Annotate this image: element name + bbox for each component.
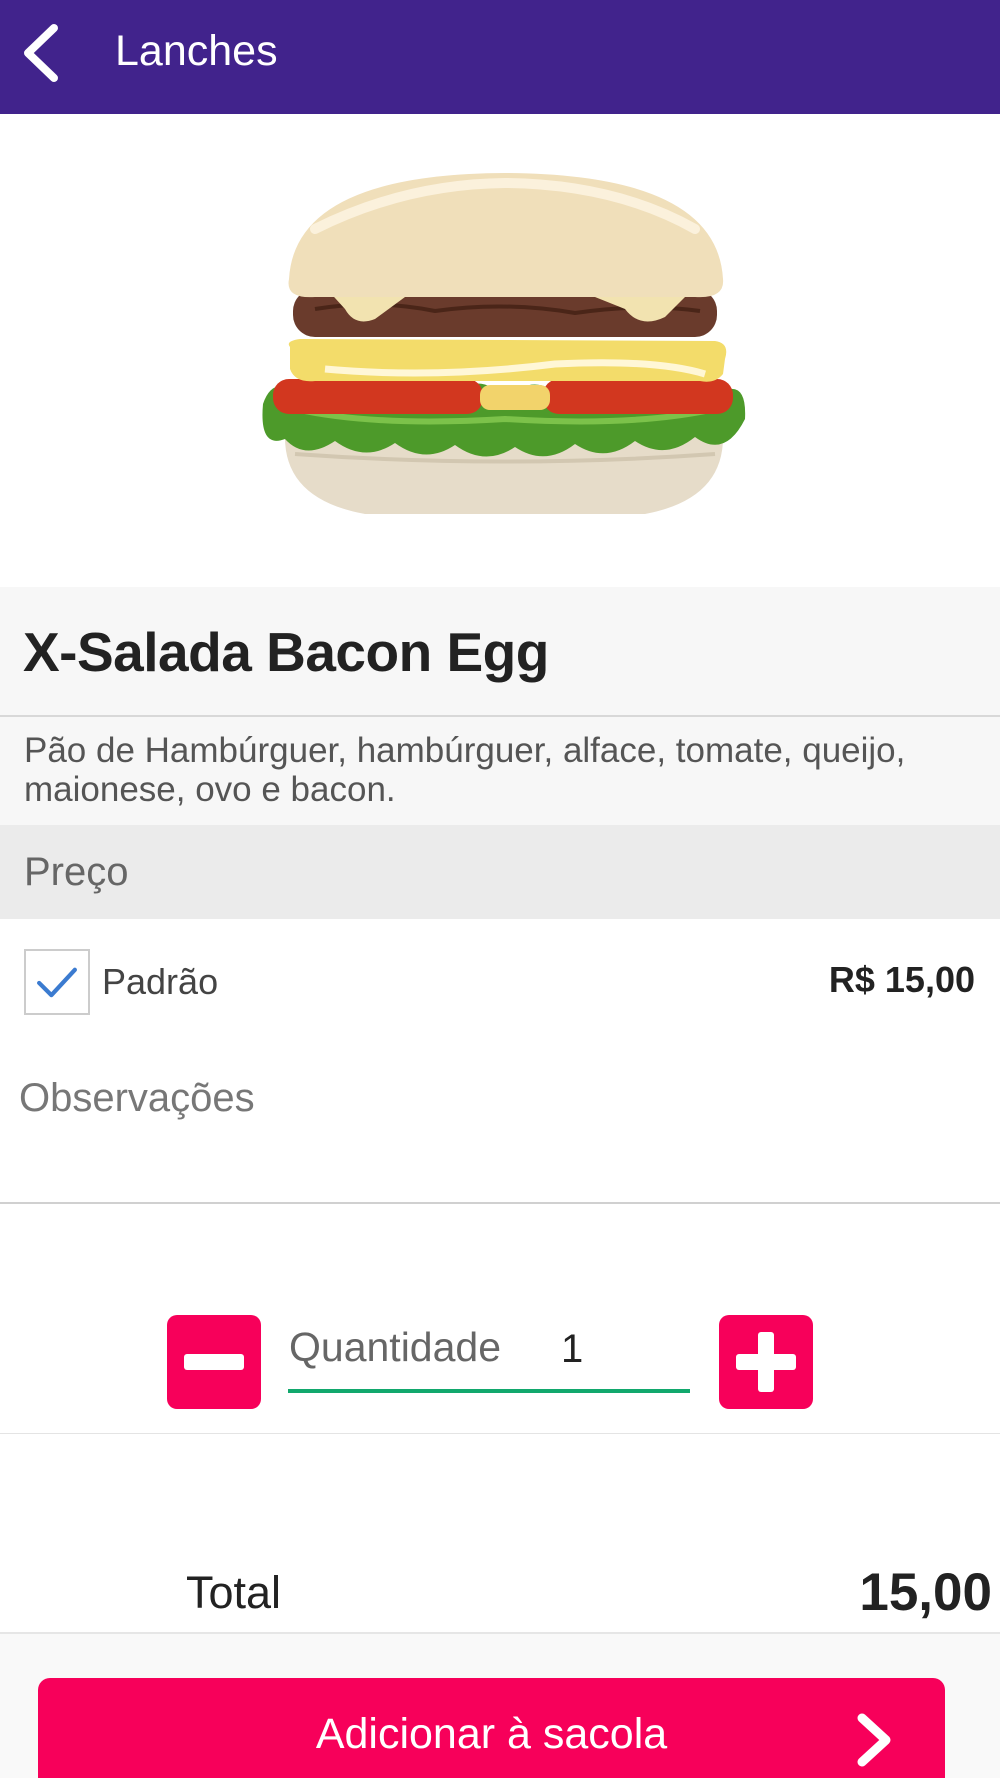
increase-quantity-button[interactable] <box>719 1315 813 1409</box>
option-checkbox[interactable] <box>24 949 90 1015</box>
checkmark-icon <box>37 967 77 998</box>
page-title: Lanches <box>115 27 278 75</box>
notes-placeholder: Observações <box>19 1076 255 1120</box>
minus-icon <box>184 1354 244 1370</box>
total-value: 15,00 <box>859 1563 992 1622</box>
chevron-right-icon <box>857 1713 891 1767</box>
product-title-section: X-Salada Bacon Egg <box>0 587 1000 717</box>
add-to-bag-button[interactable]: Adicionar à sacola <box>38 1678 945 1778</box>
bottom-action-bar: Adicionar à sacola <box>0 1634 1000 1778</box>
decrease-quantity-button[interactable] <box>167 1315 261 1409</box>
product-description: Pão de Hambúrguer, hambúrguer, alface, t… <box>24 731 906 809</box>
plus-icon <box>736 1332 796 1392</box>
app-bar: Lanches <box>0 0 1000 114</box>
price-section-title: Preço <box>24 850 129 894</box>
chevron-left-icon[interactable] <box>18 22 68 84</box>
quantity-label: Quantidade <box>289 1324 502 1370</box>
option-price: R$ 15,00 <box>828 959 975 1000</box>
add-to-bag-label: Adicionar à sacola <box>315 1710 668 1758</box>
price-option-row[interactable]: Padrão R$ 15,00 <box>0 919 1000 1039</box>
quantity-value[interactable]: 1 <box>561 1323 583 1375</box>
quantity-field[interactable]: Quantidade 1 <box>288 1319 690 1393</box>
product-name: X-Salada Bacon Egg <box>23 621 549 683</box>
product-image-area <box>0 114 1000 587</box>
option-label: Padrão <box>102 961 219 1002</box>
total-row: Total 15,00 <box>0 1434 1000 1634</box>
price-section-header: Preço <box>0 825 1000 919</box>
total-label: Total <box>186 1567 282 1618</box>
notes-field[interactable]: Observações <box>0 1059 1000 1204</box>
burger-image <box>262 173 746 514</box>
product-description-section: Pão de Hambúrguer, hambúrguer, alface, t… <box>0 717 1000 825</box>
quantity-stepper: Quantidade 1 <box>0 1204 1000 1434</box>
